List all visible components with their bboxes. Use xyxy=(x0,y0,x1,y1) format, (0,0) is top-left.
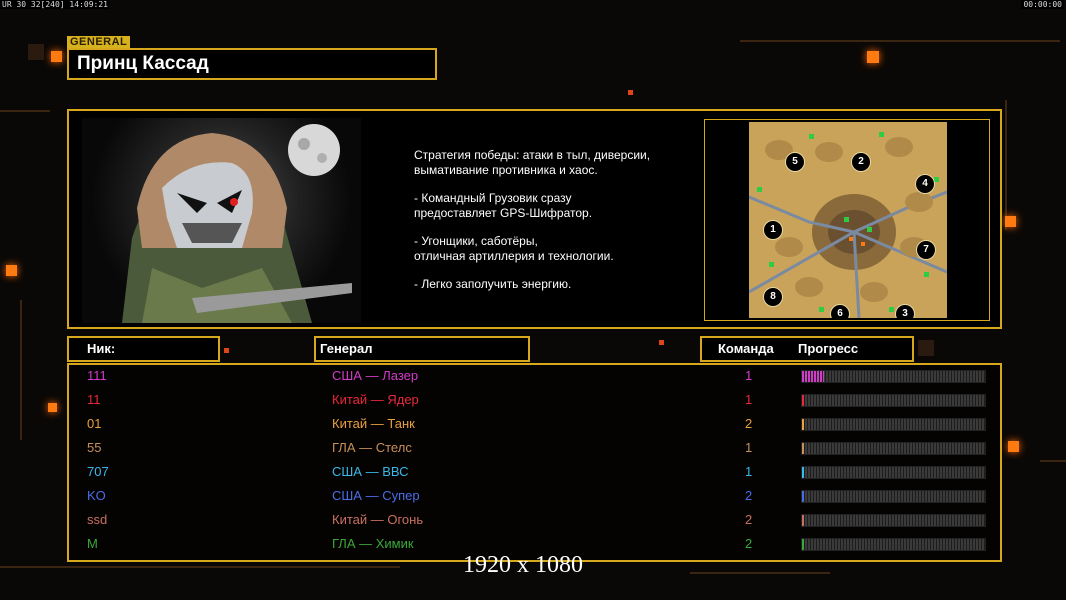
portrait-art xyxy=(122,124,352,323)
bg-line xyxy=(740,40,1060,42)
player-progress-bar xyxy=(801,442,986,455)
player-row: 111 США — Лазер 1 xyxy=(69,365,1000,389)
bg-square xyxy=(48,403,57,412)
player-general: США — Лазер xyxy=(332,368,419,383)
player-team: 2 xyxy=(745,536,753,551)
player-team: 2 xyxy=(745,488,753,503)
player-progress-fill xyxy=(802,539,804,550)
player-progress-fill xyxy=(802,395,804,406)
bg-line xyxy=(1040,460,1066,462)
player-progress-bar xyxy=(801,418,986,431)
player-row: 11 Китай — Ядер 1 xyxy=(69,389,1000,413)
column-header-label: Прогресс xyxy=(798,341,859,356)
player-progress-bar xyxy=(801,538,986,551)
column-header-label: Генерал xyxy=(320,341,373,356)
player-progress-fill xyxy=(802,491,804,502)
bg-line xyxy=(690,572,830,574)
player-general: ГЛА — Химик xyxy=(332,536,414,551)
map-start-spot[interactable]: 8 xyxy=(763,287,783,307)
player-progress-bar xyxy=(801,490,986,503)
player-general: Китай — Огонь xyxy=(332,512,424,527)
player-row: KO США — Супер 2 xyxy=(69,485,1000,509)
general-portrait xyxy=(82,118,361,323)
player-nick: 55 xyxy=(87,440,102,455)
player-progress-fill xyxy=(802,419,804,430)
column-header-label: Ник: xyxy=(87,341,116,356)
player-progress-fill xyxy=(802,515,804,526)
bg-square xyxy=(224,348,229,353)
strategy-description: Стратегия победы: атаки в тыл, диверсии,… xyxy=(414,148,694,305)
bg-line xyxy=(20,300,22,440)
player-row: 707 США — ВВС 1 xyxy=(69,461,1000,485)
player-team: 1 xyxy=(745,464,753,479)
bg-line xyxy=(1005,100,1007,230)
player-team: 2 xyxy=(745,416,753,431)
player-general: США — Супер xyxy=(332,488,420,503)
player-team: 1 xyxy=(745,440,753,455)
map-start-spot[interactable]: 6 xyxy=(830,304,850,318)
player-nick: M xyxy=(87,536,98,551)
bg-line xyxy=(0,566,400,568)
map-start-spot[interactable]: 2 xyxy=(851,152,871,172)
map-preview[interactable]: 5 2 4 1 7 8 6 3 xyxy=(704,119,990,321)
map-start-spot[interactable]: 1 xyxy=(763,220,783,240)
player-row: 01 Китай — Танк 2 xyxy=(69,413,1000,437)
player-progress-fill xyxy=(802,371,824,382)
player-progress-fill xyxy=(802,467,804,478)
column-header-nick: Ник: xyxy=(67,336,220,362)
general-info-panel: Стратегия победы: атаки в тыл, диверсии,… xyxy=(67,109,1002,329)
map-terrain: 5 2 4 1 7 8 6 3 xyxy=(749,122,947,318)
player-team: 1 xyxy=(745,368,753,383)
strategy-line: - Легко заполучить энергию. xyxy=(414,277,572,291)
player-progress-bar xyxy=(801,514,986,527)
bg-square xyxy=(1005,216,1016,227)
player-nick: 707 xyxy=(87,464,109,479)
bg-square xyxy=(1008,441,1019,452)
map-start-spot[interactable]: 3 xyxy=(895,304,915,318)
resolution-label: 1920 x 1080 xyxy=(463,552,583,578)
map-start-spot[interactable]: 5 xyxy=(785,152,805,172)
status-bar-clock: 00:00:00 xyxy=(1021,0,1064,9)
player-nick: 111 xyxy=(87,368,107,383)
map-start-spot[interactable]: 4 xyxy=(915,174,935,194)
player-team: 1 xyxy=(745,392,753,407)
status-bar-left: UR 30 32[240] 14:09:21 xyxy=(0,0,110,9)
player-row: ssd Китай — Огонь 2 xyxy=(69,509,1000,533)
strategy-line: - Командный Грузовик сразу предоставляет… xyxy=(414,191,593,220)
strategy-line: - Угонщики, саботёры, отличная артиллери… xyxy=(414,234,614,263)
column-header-label: Команда xyxy=(718,341,774,356)
player-progress-fill xyxy=(802,443,804,454)
player-progress-bar xyxy=(801,370,986,383)
player-progress-bar xyxy=(801,466,986,479)
player-nick: KO xyxy=(87,488,106,503)
bg-line xyxy=(0,110,50,112)
player-progress-bar xyxy=(801,394,986,407)
column-header-general: Генерал xyxy=(314,336,530,362)
player-general: Китай — Ядер xyxy=(332,392,419,407)
bg-square xyxy=(628,90,633,95)
player-nick: 01 xyxy=(87,416,102,431)
player-general: ГЛА — Стелс xyxy=(332,440,412,455)
column-header-team-progress: Команда Прогресс xyxy=(700,336,914,362)
general-tag: GENERAL xyxy=(67,36,131,48)
general-title-box: Принц Кассад xyxy=(67,48,437,80)
player-general: США — ВВС xyxy=(332,464,409,479)
bg-square xyxy=(918,340,934,356)
strategy-line: Стратегия победы: атаки в тыл, диверсии,… xyxy=(414,148,651,177)
bg-square xyxy=(659,340,664,345)
map-start-spot[interactable]: 7 xyxy=(916,240,936,260)
player-nick: 11 xyxy=(87,392,101,407)
player-team: 2 xyxy=(745,512,753,527)
player-row: 55 ГЛА — Стелс 1 xyxy=(69,437,1000,461)
bg-square xyxy=(28,44,44,60)
bg-square xyxy=(51,51,62,62)
players-table: 111 США — Лазер 1 11 Китай — Ядер 1 01 К… xyxy=(67,363,1002,562)
bg-square xyxy=(867,51,879,63)
player-nick: ssd xyxy=(87,512,108,527)
bg-square xyxy=(6,265,17,276)
player-general: Китай — Танк xyxy=(332,416,415,431)
general-name: Принц Кассад xyxy=(77,53,209,74)
